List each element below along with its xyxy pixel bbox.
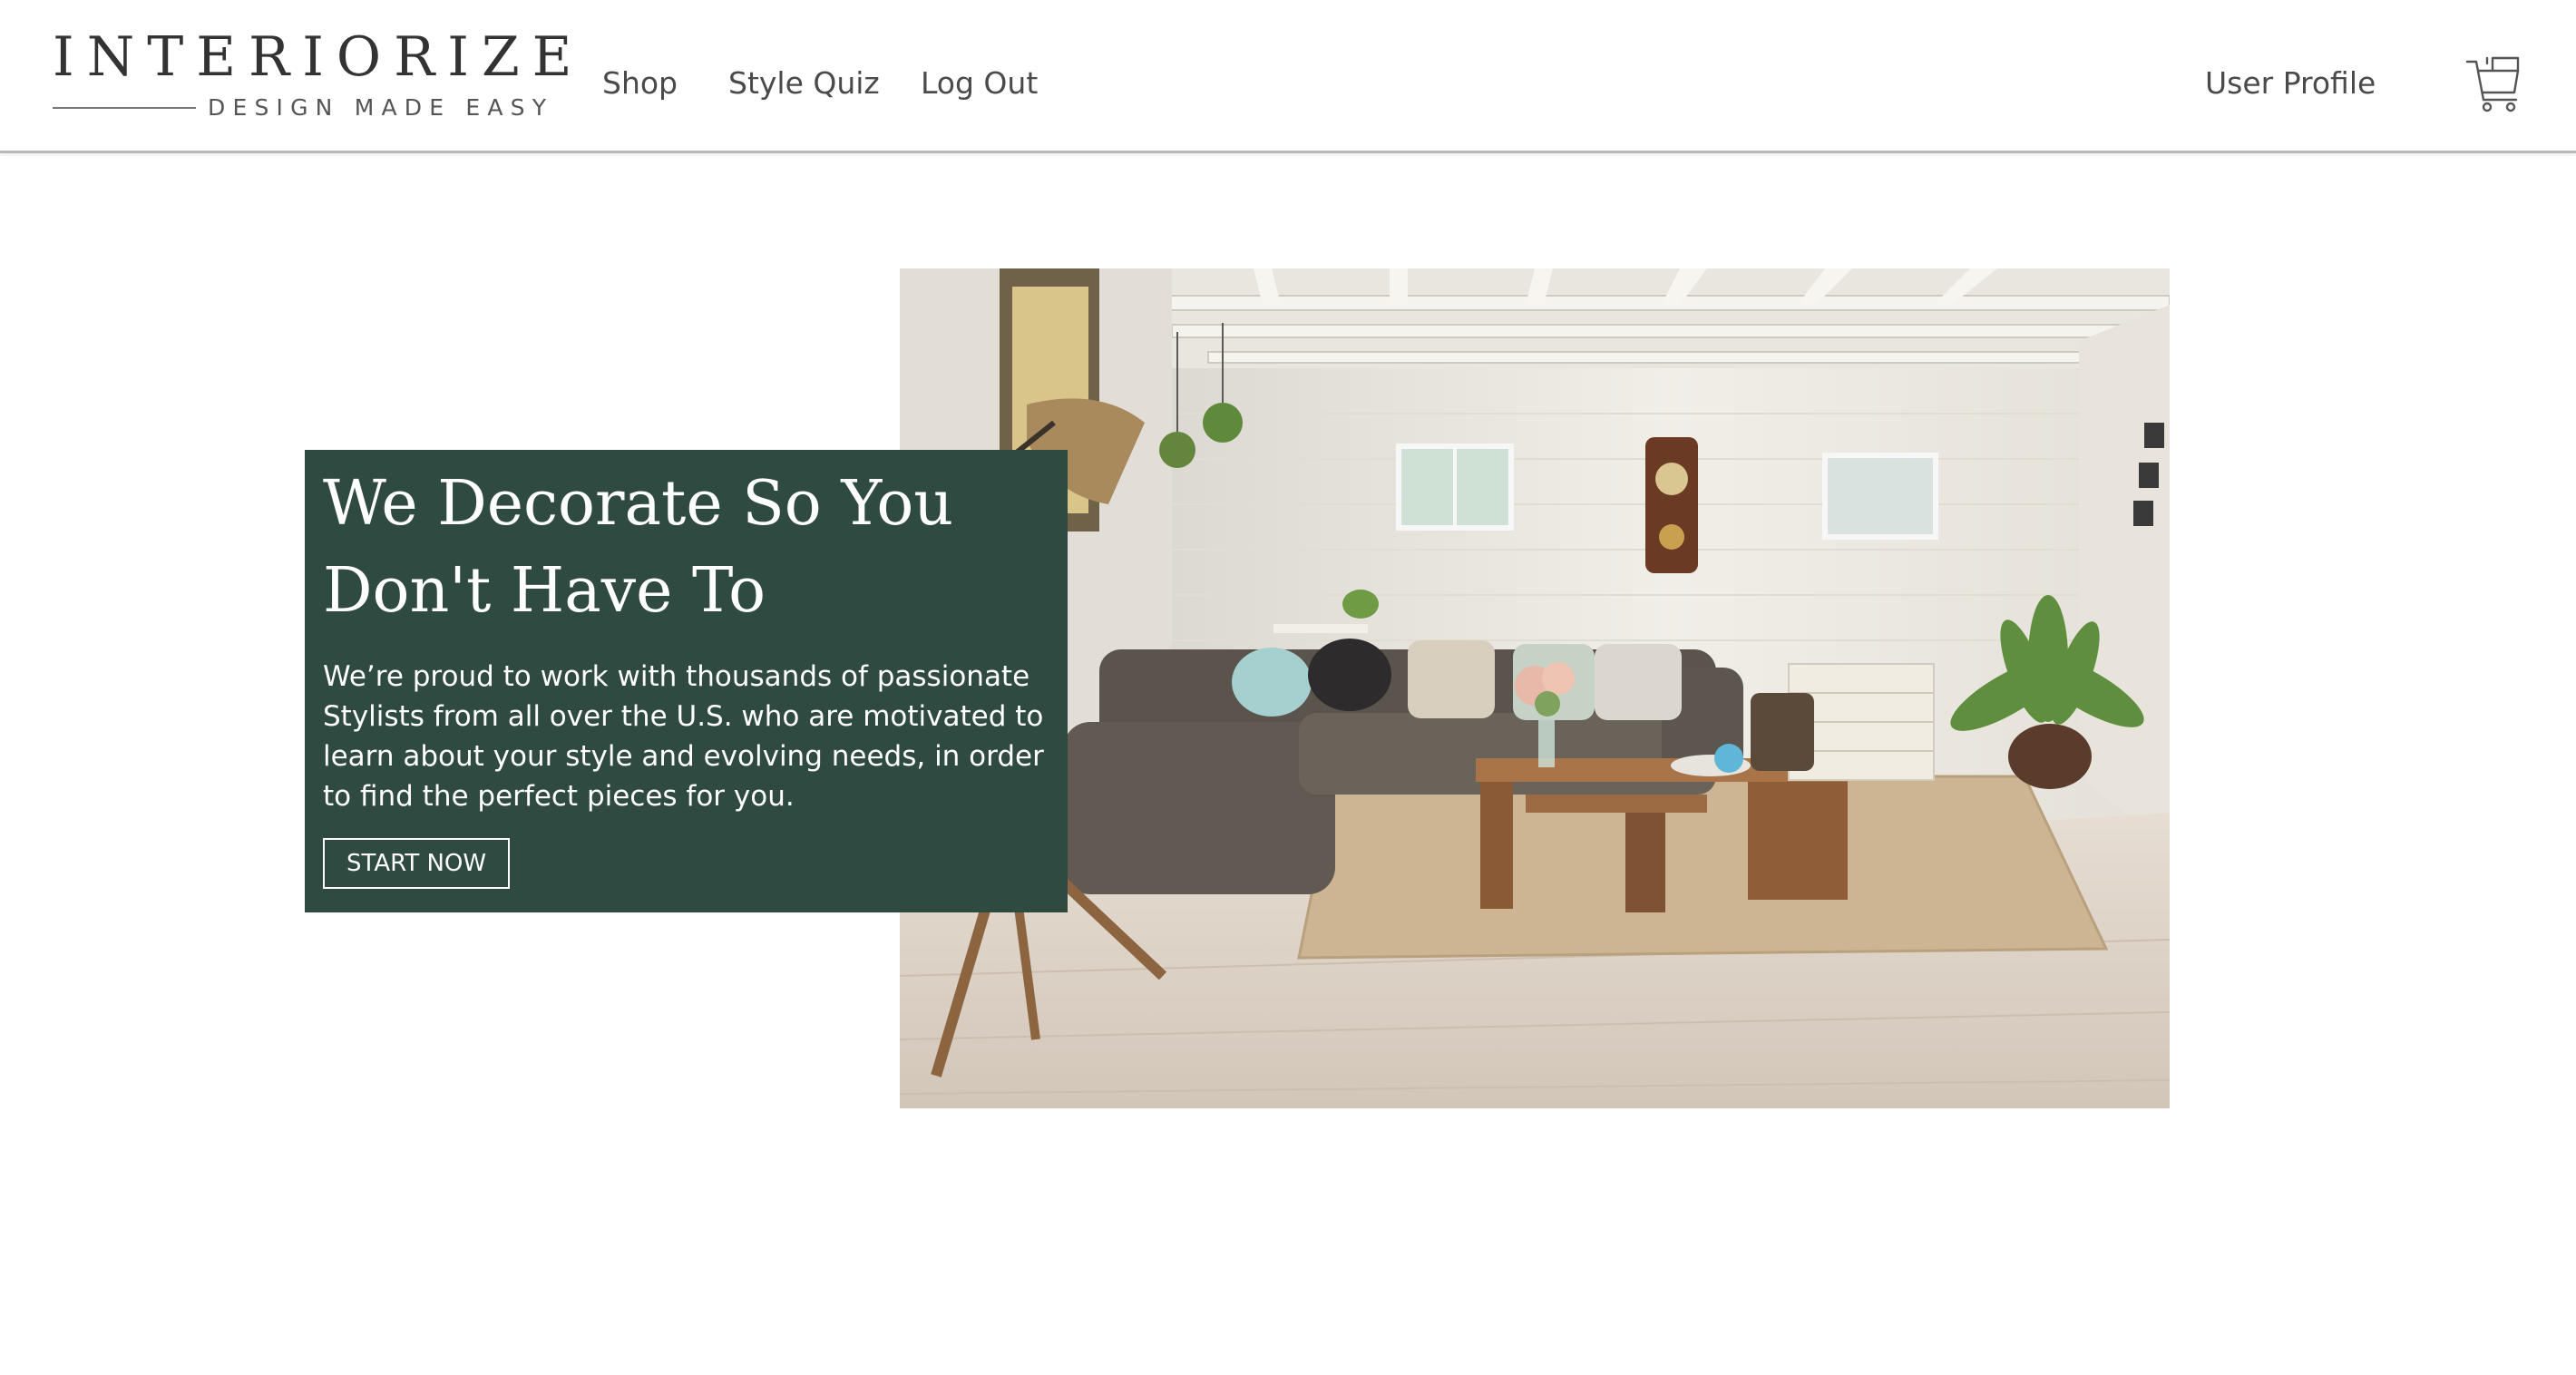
hero-card: We Decorate So You Don't Have To We’re p… [305,450,1068,912]
brand-name: INTERIORIZE [53,25,585,89]
brand-logo[interactable]: INTERIORIZE DESIGN MADE EASY [53,25,571,125]
living-room-photo [900,268,2170,1108]
brand-tagline: DESIGN MADE EASY [208,94,554,121]
hero-title: We Decorate So You Don't Have To [323,468,954,627]
shopping-cart-icon[interactable] [2465,53,2523,116]
logo-divider [53,107,196,109]
nav-style-quiz-link[interactable]: Style Quiz [728,65,880,101]
start-now-button[interactable]: START NOW [323,838,511,889]
hero-description: We’re proud to work with thousands of pa… [323,660,1044,813]
site-header: INTERIORIZE DESIGN MADE EASY Shop Style … [0,0,2576,153]
nav-log-out-link[interactable]: Log Out [921,65,1038,101]
nav-shop-link[interactable]: Shop [602,65,678,101]
nav-user-profile-link[interactable]: User Profile [2205,65,2376,101]
